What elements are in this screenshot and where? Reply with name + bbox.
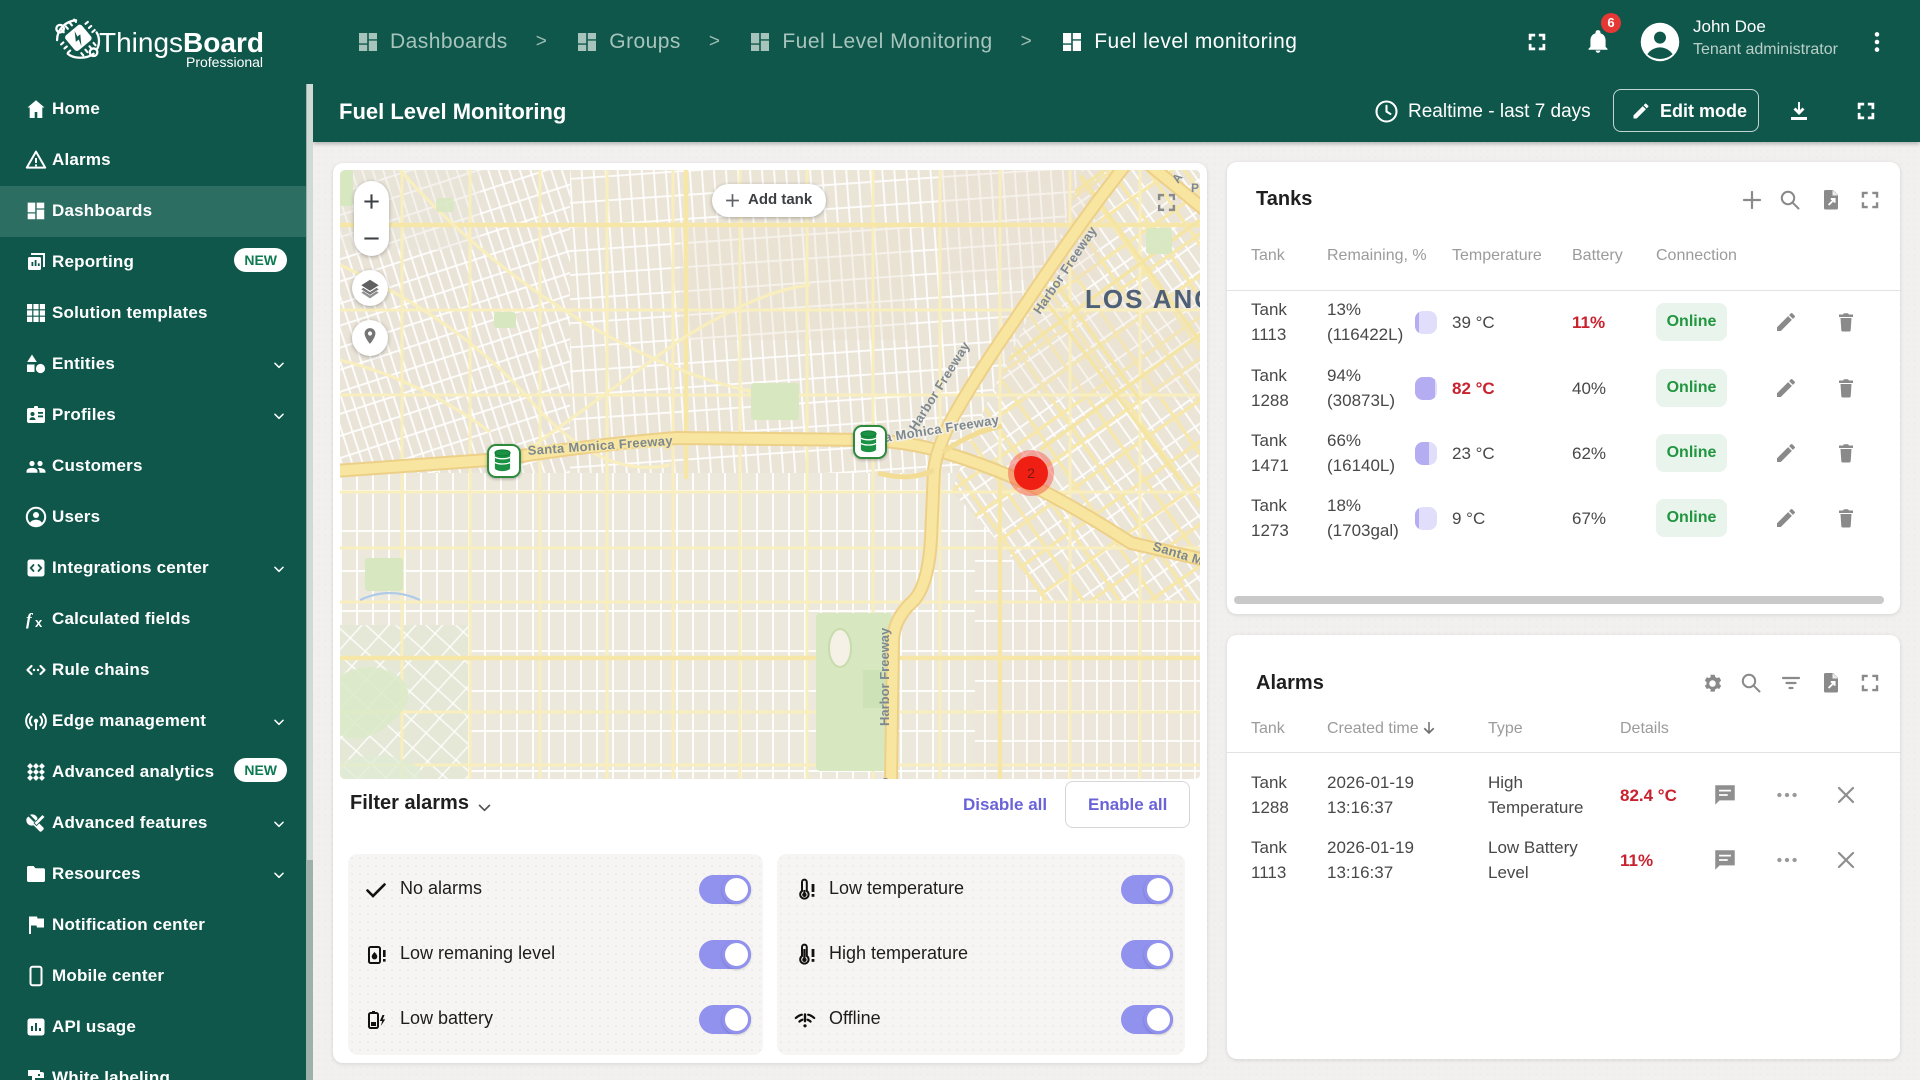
svg-text:x: x <box>35 615 43 630</box>
svg-text:Professional: Professional <box>186 54 263 70</box>
svg-text:f: f <box>26 610 34 629</box>
svg-text:Harbor Freeway: Harbor Freeway <box>877 627 892 726</box>
svg-text:LOS ANGE: LOS ANGE <box>1085 284 1200 314</box>
svg-text:P: P <box>1191 181 1199 195</box>
svg-text:Harbo: Harbo <box>877 777 892 779</box>
